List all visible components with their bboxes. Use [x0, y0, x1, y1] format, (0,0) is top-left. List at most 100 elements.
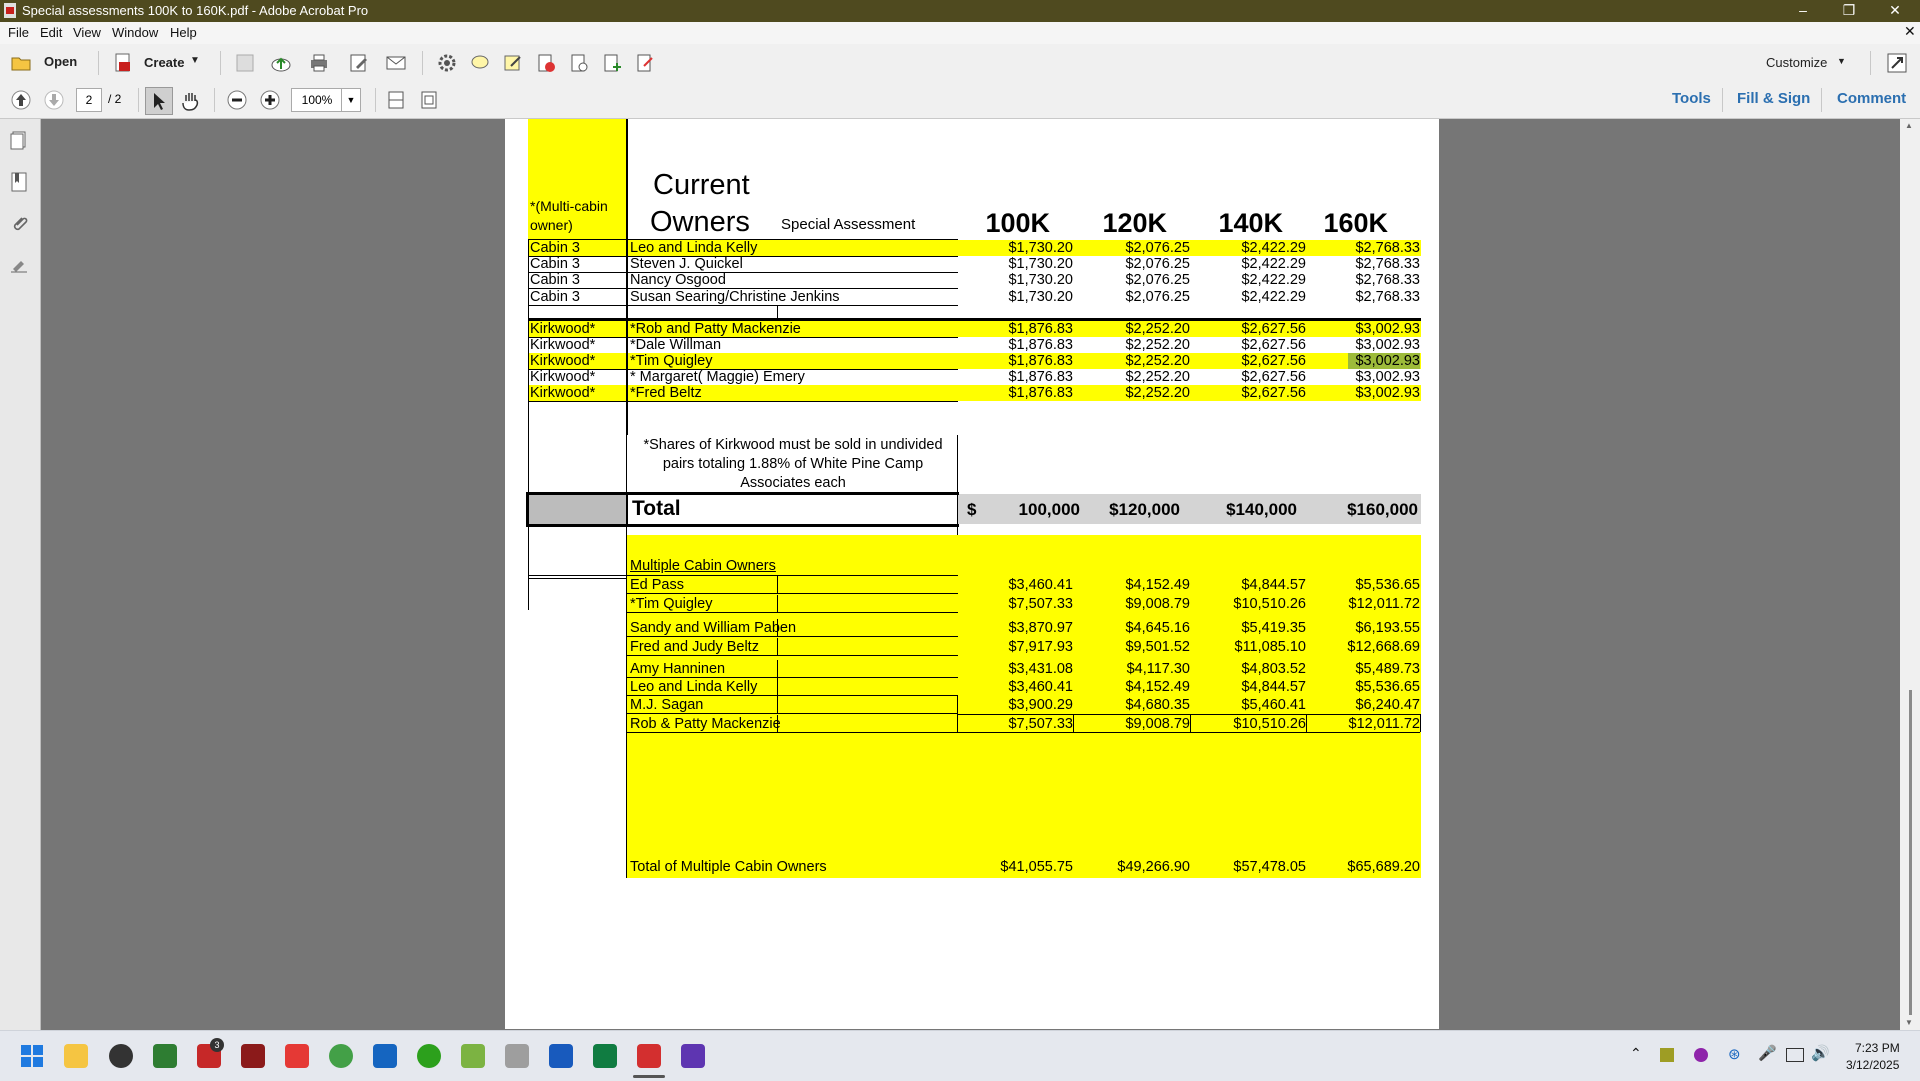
delete-page-icon[interactable] — [535, 52, 557, 74]
open-folder-icon[interactable] — [10, 52, 32, 74]
total-140k: $140,000 — [1226, 500, 1297, 519]
create-dropdown-icon[interactable]: ▼ — [190, 55, 200, 66]
cell-divider — [777, 715, 778, 732]
chrome-dark-icon[interactable] — [109, 1044, 133, 1068]
create-button[interactable]: Create — [144, 55, 184, 70]
multi-owner-value: $3,870.97 — [1008, 620, 1073, 636]
printer-app-icon[interactable] — [505, 1044, 529, 1068]
outlook-icon[interactable] — [373, 1044, 397, 1068]
multi-owner-value: $3,900.29 — [1008, 697, 1073, 713]
row-divider — [627, 655, 958, 656]
close-document-icon[interactable]: ✕ — [1904, 23, 1916, 40]
header-divider — [626, 119, 628, 240]
clock-date[interactable]: 3/12/2025 — [1846, 1058, 1899, 1072]
app-grid-icon[interactable] — [153, 1044, 177, 1068]
title-bar: Special assessments 100K to 160K.pdf - A… — [0, 0, 1920, 22]
tray-color-icon[interactable] — [1694, 1048, 1708, 1062]
comment-bubble-icon[interactable] — [469, 52, 491, 74]
settings-gear-icon[interactable] — [436, 52, 458, 74]
navigation-toolbar: 2 / 2 100% ▼ Tools Fill & Sign Comment — [0, 82, 1920, 119]
scroll-up-icon[interactable]: ▲ — [1905, 121, 1913, 130]
fit-page-icon[interactable] — [385, 89, 407, 111]
multi-owner-value: $4,152.49 — [1125, 679, 1190, 695]
multi-owner-value: $5,536.65 — [1355, 577, 1420, 593]
save-icon[interactable] — [234, 52, 256, 74]
windows-start-icon[interactable] — [20, 1044, 44, 1068]
minimize-button[interactable]: – — [1780, 0, 1826, 22]
sign-document-icon[interactable] — [634, 52, 656, 74]
tools-pane-link[interactable]: Tools — [1672, 90, 1711, 107]
table-border — [626, 240, 628, 435]
clock-time[interactable]: 7:23 PM — [1855, 1041, 1900, 1055]
menu-window[interactable]: Window — [112, 25, 158, 40]
show-hidden-icons-icon[interactable]: ⌃ — [1630, 1045, 1642, 1062]
scrivener-icon[interactable] — [241, 1044, 265, 1068]
fit-width-icon[interactable] — [418, 89, 440, 111]
column-header-100k: 100K — [985, 208, 1050, 238]
purple-app-icon[interactable] — [681, 1044, 705, 1068]
signatures-icon[interactable] — [8, 255, 30, 277]
page-thumbnails-icon[interactable] — [8, 129, 30, 151]
menu-view[interactable]: View — [73, 25, 101, 40]
microphone-icon[interactable]: 🎤 — [1758, 1044, 1777, 1062]
previous-page-icon[interactable] — [10, 89, 32, 111]
column-header-140k: 140K — [1218, 208, 1283, 238]
scrollbar-thumb[interactable] — [1909, 690, 1912, 1015]
zoom-level-input[interactable]: 100% — [291, 88, 343, 112]
attachments-paperclip-icon[interactable] — [8, 213, 30, 235]
volume-icon[interactable]: 🔊 — [1811, 1044, 1830, 1062]
chrome-icon[interactable] — [329, 1044, 353, 1068]
upload-cloud-icon[interactable] — [270, 52, 292, 74]
zoom-out-icon[interactable] — [226, 89, 248, 111]
network-icon[interactable] — [1786, 1048, 1804, 1062]
print-icon[interactable] — [308, 52, 330, 74]
fill-sign-pane-link[interactable]: Fill & Sign — [1737, 90, 1810, 107]
menu-help[interactable]: Help — [170, 25, 197, 40]
quickbooks-icon[interactable] — [417, 1044, 441, 1068]
email-icon[interactable] — [385, 52, 407, 74]
highlight-icon[interactable] — [502, 52, 524, 74]
file-explorer-icon[interactable] — [64, 1044, 88, 1068]
tray-app-icon[interactable] — [1660, 1048, 1674, 1062]
open-button[interactable]: Open — [44, 54, 77, 69]
multi-owner-value: $4,803.52 — [1241, 661, 1306, 677]
row-divider — [528, 272, 958, 273]
zoom-dropdown-icon[interactable]: ▼ — [341, 88, 361, 112]
close-button[interactable]: ✕ — [1872, 0, 1918, 22]
bookmarks-icon[interactable] — [8, 171, 30, 193]
table-border — [1420, 714, 1421, 732]
comment-pane-link[interactable]: Comment — [1837, 90, 1906, 107]
menu-edit[interactable]: Edit — [40, 25, 62, 40]
multi-owner-value: $4,680.35 — [1125, 697, 1190, 713]
table-border — [1306, 714, 1307, 732]
restore-button[interactable]: ❐ — [1826, 0, 1872, 22]
multi-owner-value: $11,085.10 — [1234, 639, 1307, 655]
hand-tool-icon[interactable] — [180, 89, 202, 111]
customize-dropdown-icon[interactable]: ▼ — [1837, 56, 1846, 66]
multi-owner-value: $12,668.69 — [1347, 639, 1420, 655]
excel-icon[interactable] — [593, 1044, 617, 1068]
multi-owner-value: $9,008.79 — [1125, 596, 1190, 612]
table-border — [626, 575, 627, 878]
current-owners-title: Current — [653, 169, 750, 201]
insert-page-icon[interactable] — [601, 52, 623, 74]
extract-page-icon[interactable] — [568, 52, 590, 74]
menu-file[interactable]: File — [8, 25, 29, 40]
edit-document-icon[interactable] — [348, 52, 370, 74]
acrobat-icon[interactable] — [637, 1044, 661, 1068]
total-row-gray-cell — [528, 494, 626, 524]
notification-badge: 3 — [210, 1038, 224, 1052]
zoom-in-icon[interactable] — [259, 89, 281, 111]
snipping-tool-icon[interactable] — [461, 1044, 485, 1068]
bluetooth-icon[interactable]: ⊛ — [1728, 1045, 1741, 1063]
create-pdf-icon[interactable] — [112, 52, 134, 74]
multi-owner-value: $10,510.26 — [1233, 716, 1306, 732]
vivaldi-icon[interactable] — [285, 1044, 309, 1068]
page-number-input[interactable]: 2 — [76, 88, 102, 112]
customize-button[interactable]: Customize — [1766, 55, 1827, 70]
word-icon[interactable] — [549, 1044, 573, 1068]
select-tool-button[interactable] — [145, 87, 173, 115]
next-page-icon[interactable] — [43, 89, 65, 111]
expand-view-icon[interactable] — [1886, 52, 1908, 74]
scroll-down-icon[interactable]: ▼ — [1905, 1018, 1913, 1027]
